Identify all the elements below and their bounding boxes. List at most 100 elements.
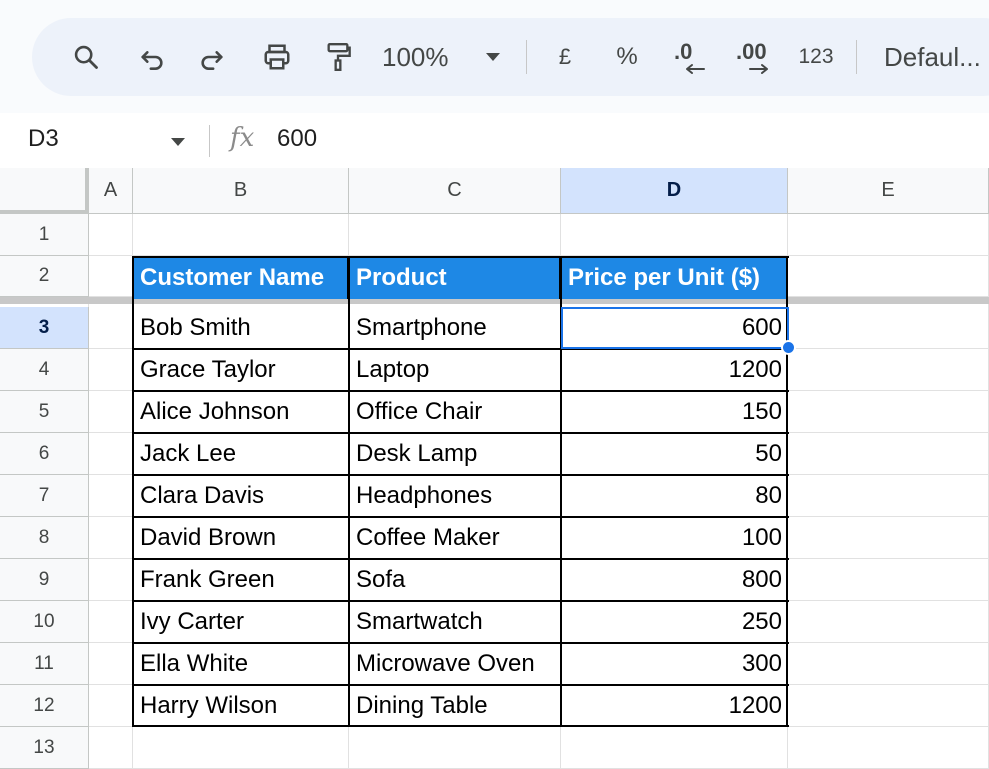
product-cell[interactable]: Desk Lamp (349, 433, 561, 475)
customer-name-cell[interactable]: Harry Wilson (133, 685, 349, 727)
row-header-2[interactable]: 2 (0, 256, 89, 297)
font-value: Defaul... (884, 41, 981, 72)
row-header-10[interactable]: 10 (0, 601, 89, 643)
price-cell[interactable]: 100 (561, 517, 788, 559)
table-border (132, 432, 789, 434)
table-border (348, 256, 350, 727)
product-cell[interactable]: Coffee Maker (349, 517, 561, 559)
increase-decimal-button[interactable]: .00 (732, 18, 776, 96)
customer-name-cell[interactable]: Bob Smith (133, 307, 349, 349)
search-icon (74, 45, 98, 69)
row-header-4[interactable]: 4 (0, 349, 89, 391)
customer-name-cell[interactable]: Ella White (133, 643, 349, 685)
zoom-value: 100% (382, 41, 449, 72)
column-header-a[interactable]: A (89, 168, 133, 214)
print-icon (264, 44, 290, 70)
table-border (132, 725, 789, 727)
formula-divider (209, 125, 210, 157)
search-menus-button[interactable] (66, 18, 106, 96)
undo-button[interactable] (132, 18, 172, 96)
table-border (132, 600, 789, 602)
more-formats-button[interactable]: 123 (794, 18, 838, 96)
name-box[interactable]: D3 (28, 125, 59, 153)
row-header-9[interactable]: 9 (0, 559, 89, 601)
table-border (132, 642, 789, 644)
caret-down-icon[interactable] (170, 137, 186, 147)
product-cell[interactable]: Dining Table (349, 685, 561, 727)
font-select[interactable]: Defaul... (884, 18, 989, 96)
price-cell[interactable]: 800 (561, 559, 788, 601)
redo-icon (201, 51, 223, 70)
format-currency-button[interactable]: £ (548, 18, 582, 96)
price-cell[interactable]: 250 (561, 601, 788, 643)
paint-format-icon (327, 43, 351, 71)
arrow-left-icon (686, 64, 705, 74)
table-border (132, 684, 789, 686)
table-header-cell[interactable]: Price per Unit ($) (561, 257, 788, 299)
customer-name-cell[interactable]: Ivy Carter (133, 601, 349, 643)
customer-name-cell[interactable]: Alice Johnson (133, 391, 349, 433)
product-cell[interactable]: Headphones (349, 475, 561, 517)
column-header-b[interactable]: B (133, 168, 349, 214)
formula-bar: D3 fx 600 (0, 113, 989, 168)
product-cell[interactable]: Smartphone (349, 307, 561, 349)
row-header-8[interactable]: 8 (0, 517, 89, 559)
row-header-5[interactable]: 5 (0, 391, 89, 433)
price-cell[interactable]: 80 (561, 475, 788, 517)
zoom-select[interactable]: 100% (382, 18, 467, 96)
fill-handle[interactable] (781, 340, 796, 355)
product-cell[interactable]: Sofa (349, 559, 561, 601)
column-header-c[interactable]: C (349, 168, 561, 214)
undo-icon (141, 51, 163, 70)
print-button[interactable] (256, 18, 298, 96)
row-header-13[interactable]: 13 (0, 727, 89, 769)
table-border (132, 558, 789, 560)
table-border (132, 256, 134, 727)
toolbar-divider (856, 40, 857, 74)
customer-name-cell[interactable]: Frank Green (133, 559, 349, 601)
column-header-d[interactable]: D (561, 168, 788, 214)
row-header-6[interactable]: 6 (0, 433, 89, 475)
price-cell[interactable]: 50 (561, 433, 788, 475)
formula-input[interactable]: 600 (277, 125, 317, 153)
toolbar-divider (526, 40, 527, 74)
table-border (132, 474, 789, 476)
table-header-cell[interactable]: Customer Name (133, 257, 349, 299)
price-cell[interactable]: 1200 (561, 685, 788, 727)
toolbar-area: 100% £ % .0 .00 123 Defaul... (0, 0, 989, 113)
row-header-12[interactable]: 12 (0, 685, 89, 727)
decrease-decimal-button[interactable]: .0 (668, 18, 712, 96)
product-cell[interactable]: Laptop (349, 349, 561, 391)
column-header-e[interactable]: E (788, 168, 989, 214)
select-all-corner[interactable] (0, 168, 89, 214)
table-header-cell[interactable]: Product (349, 257, 561, 299)
product-cell[interactable]: Office Chair (349, 391, 561, 433)
customer-name-cell[interactable]: Jack Lee (133, 433, 349, 475)
toolbar: 100% £ % .0 .00 123 Defaul... (32, 18, 989, 96)
zoom-dropdown-button[interactable] (480, 18, 506, 96)
row-header-7[interactable]: 7 (0, 475, 89, 517)
paint-format-button[interactable] (318, 18, 358, 96)
row-header-11[interactable]: 11 (0, 643, 89, 685)
table-border (132, 390, 789, 392)
price-cell[interactable]: 150 (561, 391, 788, 433)
row-header-3[interactable]: 3 (0, 307, 89, 349)
increase-decimal-icon: .00 (734, 37, 774, 77)
price-cell[interactable]: 300 (561, 643, 788, 685)
fx-icon: fx (230, 123, 255, 153)
customer-name-cell[interactable]: Grace Taylor (133, 349, 349, 391)
product-cell[interactable]: Microwave Oven (349, 643, 561, 685)
format-percent-button[interactable]: % (610, 18, 644, 96)
selected-cell-outline (561, 307, 789, 349)
row-header-1[interactable]: 1 (0, 214, 89, 256)
product-cell[interactable]: Smartwatch (349, 601, 561, 643)
arrow-right-icon (749, 64, 768, 74)
customer-name-cell[interactable]: David Brown (133, 517, 349, 559)
redo-button[interactable] (192, 18, 232, 96)
more-formats-label: 123 (798, 45, 834, 68)
spreadsheet-grid[interactable]: A B C D E 1 2 3 4 5 6 7 8 9 10 11 12 13 Customer Name Produ… (0, 168, 989, 769)
table-border (132, 256, 789, 258)
price-cell[interactable]: 1200 (561, 349, 788, 391)
table-border (132, 516, 789, 518)
customer-name-cell[interactable]: Clara Davis (133, 475, 349, 517)
